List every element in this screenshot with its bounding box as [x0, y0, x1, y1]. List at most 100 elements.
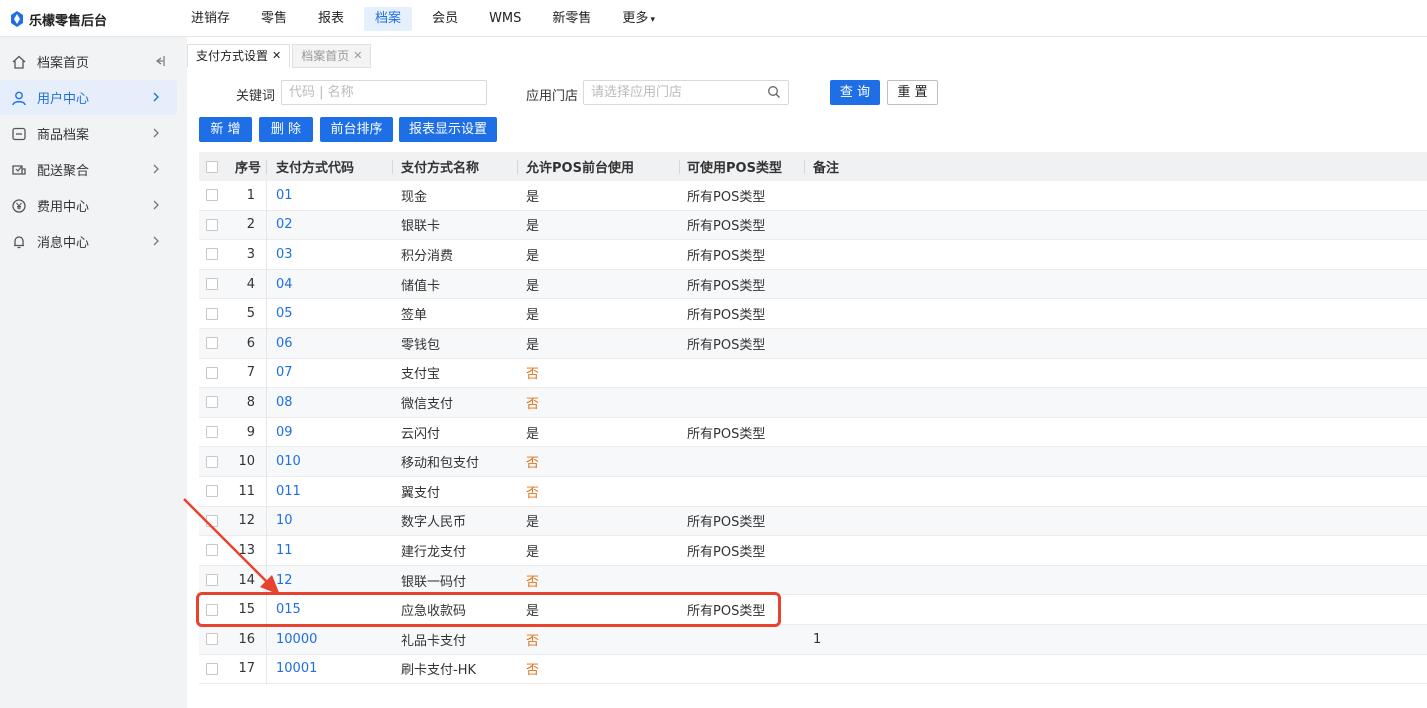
topnav-item[interactable]: 会员	[421, 7, 469, 31]
add-button[interactable]: 新 增	[199, 117, 252, 142]
table-row[interactable]: 8 08 微信支付 否	[199, 388, 1427, 418]
sidebar-item-expense-center[interactable]: 费用中心	[0, 188, 177, 223]
front-sort-button[interactable]: 前台排序	[320, 117, 393, 142]
row-allow-pos: 是	[526, 219, 540, 235]
tab-payment-settings[interactable]: 支付方式设置 ✕	[187, 44, 291, 68]
topnav-item[interactable]: 进销存	[180, 7, 241, 31]
row-name: 签单	[401, 308, 428, 324]
table-row[interactable]: 11 011 翼支付 否	[199, 477, 1427, 507]
row-code-link[interactable]: 11	[276, 536, 293, 565]
topnav-item[interactable]: 零售	[250, 7, 298, 31]
header-seq: 序号	[235, 161, 262, 176]
row-name: 银联卡	[401, 219, 441, 235]
row-code-link[interactable]: 04	[276, 270, 293, 299]
row-code-link[interactable]: 015	[276, 595, 301, 624]
row-code-link[interactable]: 010	[276, 447, 301, 476]
sidebar-item-delivery[interactable]: 配送聚合	[0, 152, 177, 187]
row-allow-pos: 是	[526, 515, 540, 531]
table-row[interactable]: 15 015 应急收款码 是 所有POS类型	[199, 595, 1427, 625]
collapse-icon[interactable]	[152, 54, 166, 68]
chevron-right-icon	[153, 236, 159, 246]
topnav-label: 更多	[622, 10, 649, 26]
table-row[interactable]: 4 04 储值卡 是 所有POS类型	[199, 269, 1427, 300]
close-icon[interactable]: ✕	[272, 44, 281, 68]
table-row[interactable]: 14 12 银联一码付 否	[199, 565, 1427, 596]
row-code-link[interactable]: 10	[276, 507, 293, 536]
table-row[interactable]: 3 03 积分消费 是 所有POS类型	[199, 240, 1427, 270]
topnav-label: 零售	[261, 10, 288, 26]
table-row[interactable]: 17 10001 刷卡支付-HK 否	[199, 655, 1427, 685]
topnav-label: 会员	[432, 10, 459, 26]
tab-archive-home[interactable]: 档案首页 ✕	[292, 44, 372, 68]
row-allow-pos: 是	[526, 278, 540, 294]
topnav-item[interactable]: 报表	[307, 7, 355, 31]
row-code-link[interactable]: 10000	[276, 625, 317, 654]
row-pos-type: 所有POS类型	[687, 219, 766, 235]
table-row[interactable]: 7 07 支付宝 否	[199, 359, 1427, 389]
topnav-item[interactable]: 档案	[364, 6, 413, 31]
table-row[interactable]: 13 11 建行龙支付 是 所有POS类型	[199, 536, 1427, 566]
row-name: 支付宝	[401, 367, 441, 383]
close-icon[interactable]: ✕	[353, 44, 362, 68]
row-seq: 15	[238, 602, 255, 618]
header-name: 支付方式名称	[401, 161, 480, 176]
row-code-link[interactable]: 09	[276, 418, 293, 447]
row-seq: 9	[246, 424, 255, 440]
row-code-link[interactable]: 07	[276, 359, 293, 388]
row-code-link[interactable]: 05	[276, 299, 293, 328]
sidebar-item-user-center[interactable]: 用户中心	[0, 80, 177, 115]
sidebar-item-archive-home[interactable]: 档案首页	[0, 44, 177, 79]
row-pos-type: 所有POS类型	[687, 337, 766, 353]
chevron-right-icon	[153, 92, 159, 102]
query-button[interactable]: 查 询	[830, 80, 880, 105]
sidebar-item-label: 用户中心	[37, 92, 90, 107]
table-row[interactable]: 5 05 签单 是 所有POS类型	[199, 299, 1427, 329]
table-row[interactable]: 12 10 数字人民币 是 所有POS类型	[199, 506, 1427, 537]
topnav-item[interactable]: WMS	[478, 7, 532, 31]
table-row[interactable]: 9 09 云闪付 是 所有POS类型	[199, 418, 1427, 448]
row-code-link[interactable]: 10001	[276, 655, 317, 684]
chevron-right-icon	[153, 164, 159, 174]
chevron-right-icon	[153, 200, 159, 210]
row-code-link[interactable]: 06	[276, 329, 293, 358]
store-select[interactable]: 请选择应用门店	[583, 80, 789, 105]
keyword-input[interactable]: 代码 | 名称	[281, 80, 487, 105]
table-row[interactable]: 6 06 零钱包 是 所有POS类型	[199, 328, 1427, 359]
topnav-item[interactable]: 新零售	[541, 7, 602, 31]
row-code-link[interactable]: 12	[276, 566, 293, 595]
row-seq: 16	[238, 631, 255, 647]
column-divider	[804, 160, 805, 174]
app-logo[interactable]: 乐檬零售后台	[10, 9, 107, 29]
row-code-link[interactable]: 08	[276, 388, 293, 417]
reset-button[interactable]: 重 置	[887, 80, 938, 105]
report-display-settings-button[interactable]: 报表显示设置	[399, 117, 497, 142]
topnav-item[interactable]: 更多 ▾	[611, 7, 666, 31]
home-icon	[11, 54, 27, 70]
top-bar: 乐檬零售后台 进销存 零售 报表 档案 会员 WMS 新零售 更多 ▾	[0, 0, 1427, 37]
row-allow-pos: 是	[526, 189, 540, 205]
payment-methods-table: 序号 支付方式代码 支付方式名称 允许POS前台使用 可使用POS类型 备注 1…	[199, 152, 1427, 685]
sidebar-item-product-archive[interactable]: 商品档案	[0, 116, 177, 151]
select-all-checkbox[interactable]	[206, 152, 218, 181]
sidebar-item-label: 商品档案	[37, 128, 90, 143]
sidebar-item-message-center[interactable]: 消息中心	[0, 224, 177, 259]
column-divider	[266, 160, 267, 174]
row-code-link[interactable]: 02	[276, 211, 293, 240]
header-remark: 备注	[813, 161, 840, 176]
search-icon[interactable]	[767, 85, 781, 99]
chevron-right-icon	[153, 128, 159, 138]
row-name: 微信支付	[401, 396, 454, 412]
row-code-link[interactable]: 01	[276, 181, 293, 210]
delete-button[interactable]: 删 除	[259, 117, 313, 142]
app-title: 乐檬零售后台	[29, 13, 108, 29]
table-row[interactable]: 10 010 移动和包支付 否	[199, 447, 1427, 477]
row-allow-pos: 否	[526, 574, 540, 590]
row-name: 零钱包	[401, 337, 441, 353]
table-row[interactable]: 2 02 银联卡 是 所有POS类型	[199, 210, 1427, 241]
row-code-link[interactable]: 03	[276, 240, 293, 269]
row-code-link[interactable]: 011	[276, 477, 301, 506]
table-row[interactable]: 16 10000 礼品卡支付 否 1	[199, 624, 1427, 655]
row-seq: 17	[238, 661, 255, 677]
table-row[interactable]: 1 01 现金 是 所有POS类型	[199, 181, 1427, 211]
header-allow-pos: 允许POS前台使用	[526, 161, 634, 176]
